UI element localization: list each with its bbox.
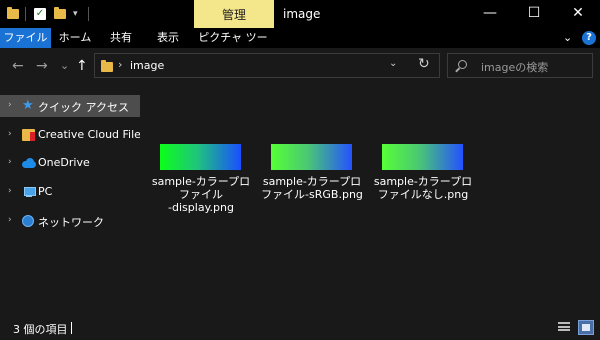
search-box[interactable]: imageの検索 [447, 53, 593, 78]
tab-view[interactable]: 表示 [148, 28, 188, 48]
nav-item-quick-access[interactable]: › ★ クイック アクセス [0, 95, 140, 117]
nav-item-label: OneDrive [38, 156, 90, 169]
title-bar: ✓ ▾ 管理 image — ☐ ✕ [0, 0, 600, 28]
ribbon-tabs: ファイル ホーム 共有 表示 ピクチャ ツール ⌄ [0, 28, 600, 64]
image-thumbnail [160, 144, 241, 170]
expand-chevron-icon[interactable]: › [8, 186, 12, 196]
image-thumbnail [382, 144, 463, 170]
details-view-icon[interactable] [558, 322, 570, 334]
forward-arrow-icon[interactable]: → [36, 58, 48, 74]
file-name: sample-カラープロ ファイル -display.png [151, 175, 251, 214]
network-icon [22, 215, 34, 227]
tab-manage-context[interactable]: 管理 [194, 0, 274, 28]
file-name: sample-カラープロ ファイル-sRGB.png [261, 175, 363, 201]
address-bar[interactable]: › image ⌄ ↻ [94, 53, 440, 78]
collapse-ribbon-icon[interactable]: ⌄ [563, 31, 572, 44]
new-folder-icon[interactable] [54, 6, 66, 22]
image-thumbnail [271, 144, 352, 170]
nav-item-label: ネットワーク [38, 216, 104, 229]
quick-access-divider [88, 7, 89, 21]
expand-chevron-icon[interactable]: › [8, 129, 12, 139]
star-icon: ★ [22, 98, 34, 113]
nav-item-pc[interactable]: › PC [0, 181, 140, 203]
back-arrow-icon[interactable]: ← [12, 58, 24, 74]
properties-check-icon[interactable]: ✓ [34, 6, 46, 22]
minimize-button[interactable]: — [468, 0, 512, 28]
file-name: sample-カラープロ ファイルなし.png [373, 175, 473, 201]
recent-locations-icon[interactable]: ⌄ [60, 58, 69, 74]
tab-share[interactable]: 共有 [103, 28, 139, 48]
onedrive-cloud-icon [22, 157, 36, 169]
address-dropdown-icon[interactable]: ⌄ [389, 58, 397, 69]
large-icons-view-icon[interactable] [578, 320, 594, 335]
file-list: sample-カラープロ ファイル -display.png sample-カラ… [140, 86, 600, 316]
nav-item-label: クイック アクセス [38, 101, 129, 114]
folder-icon [7, 6, 19, 22]
search-icon [458, 60, 467, 69]
file-item[interactable]: sample-カラープロ ファイル -display.png [149, 144, 250, 234]
folder-icon [101, 60, 113, 72]
creative-cloud-folder-icon [22, 129, 35, 141]
item-count: 3 個の項目 [13, 323, 68, 336]
quick-access-divider [25, 7, 26, 21]
expand-chevron-icon[interactable]: › [8, 157, 12, 167]
nav-item-network[interactable]: › ネットワーク [0, 210, 140, 232]
refresh-icon[interactable]: ↻ [418, 56, 430, 72]
expand-chevron-icon[interactable]: › [8, 215, 12, 225]
breadcrumb-image[interactable]: image [130, 59, 164, 72]
help-icon[interactable]: ? [582, 31, 596, 45]
tab-home[interactable]: ホーム [55, 28, 95, 48]
search-input[interactable]: imageの検索 [481, 59, 548, 75]
file-item[interactable]: sample-カラープロ ファイル-sRGB.png [260, 144, 363, 234]
nav-item-label: Creative Cloud Files [38, 128, 147, 141]
tab-picture-tools[interactable]: ピクチャ ツール [196, 28, 270, 64]
expand-chevron-icon[interactable]: › [8, 100, 12, 110]
file-item[interactable]: sample-カラープロ ファイルなし.png [371, 144, 472, 234]
pc-icon [22, 186, 36, 198]
status-bar: 3 個の項目 [0, 316, 600, 340]
up-arrow-icon[interactable]: ↑ [76, 58, 88, 74]
breadcrumb-separator-icon[interactable]: › [118, 58, 122, 71]
tab-file[interactable]: ファイル [0, 28, 51, 48]
status-divider [71, 322, 72, 334]
nav-item-label: PC [38, 185, 53, 198]
nav-item-onedrive[interactable]: › OneDrive [0, 152, 140, 174]
maximize-button[interactable]: ☐ [512, 0, 556, 28]
quick-access-dropdown-icon[interactable]: ▾ [73, 6, 78, 22]
nav-item-creative-cloud[interactable]: › Creative Cloud Files [0, 124, 147, 146]
address-row: ← → ⌄ ↑ › image ⌄ ↻ imageの検索 [0, 48, 600, 84]
navigation-pane: › ★ クイック アクセス › Creative Cloud Files › O… [0, 86, 147, 316]
window-title: image [283, 7, 321, 21]
close-button[interactable]: ✕ [556, 0, 600, 28]
